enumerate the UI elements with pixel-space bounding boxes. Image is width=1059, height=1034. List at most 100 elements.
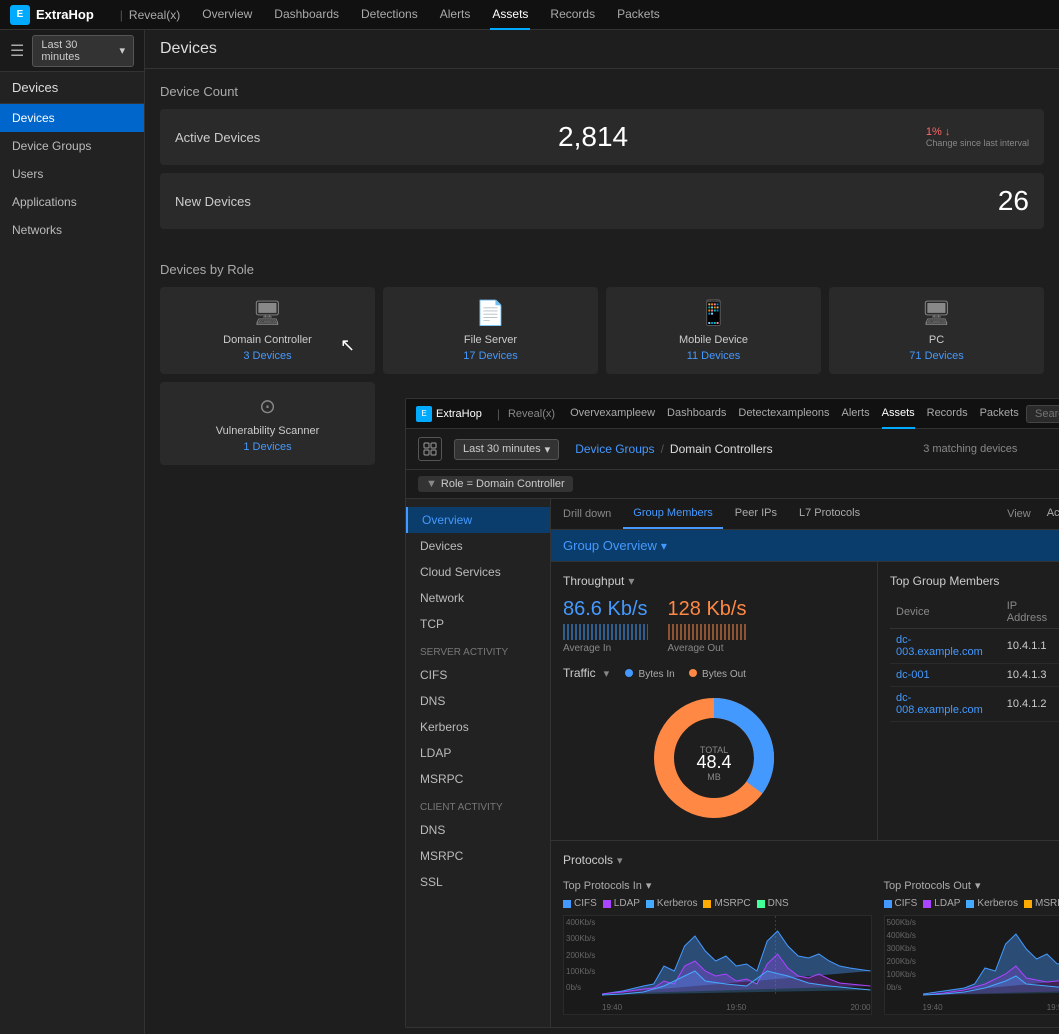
overlay-nav-alerts[interactable]: Alerts bbox=[841, 399, 869, 429]
overlay-time-dropdown: ▾ bbox=[545, 443, 551, 456]
time-selector[interactable]: Last 30 minutes ▾ bbox=[32, 35, 134, 67]
protocols-section: Protocols ▾ Top Protocols In ▾ bbox=[551, 840, 1059, 1027]
active-devices-card[interactable]: Active Devices 2,814 1% ↓ Change since l… bbox=[160, 109, 1044, 165]
nav-packets[interactable]: Packets bbox=[615, 0, 662, 30]
role-card-domain-controller[interactable]: 🖥 Domain Controller 3 Devices bbox=[160, 287, 375, 374]
y-label-100out: 100Kb/s bbox=[887, 970, 916, 979]
mobile-count: 11 Devices bbox=[618, 350, 809, 362]
overlay-nav-devices[interactable]: Devices bbox=[406, 533, 550, 559]
overlay-nav-msrpc[interactable]: MSRPC bbox=[406, 766, 550, 792]
new-devices-card[interactable]: New Devices 26 bbox=[160, 173, 1044, 229]
role-card-file-server[interactable]: 📄 File Server 17 Devices bbox=[383, 287, 598, 374]
overlay-time-selector[interactable]: Last 30 minutes ▾ bbox=[454, 439, 559, 460]
members-table-header-row: Device IP Address Bytes In ↓ Bytes Out bbox=[890, 596, 1059, 629]
overlay-nav-client-msrpc[interactable]: MSRPC bbox=[406, 843, 550, 869]
y-label-0out: 0b/s bbox=[887, 983, 916, 992]
table-row[interactable]: dc-008.example.com 10.4.1.2 4,997,508 5,… bbox=[890, 687, 1059, 722]
protocols-out-legend: CIFS LDAP Kerberos bbox=[884, 898, 1059, 909]
overlay-nav-tcp[interactable]: TCP bbox=[406, 611, 550, 637]
nav-dashboards[interactable]: Dashboards bbox=[272, 0, 341, 30]
overlay-nav-dashboards[interactable]: Dashboards bbox=[667, 399, 726, 429]
cell-device-0: dc-003.example.com bbox=[890, 629, 1001, 664]
sidebar-item-users[interactable]: Users bbox=[0, 160, 144, 188]
sidebar: ☰ Last 30 minutes ▾ Devices Devices Devi… bbox=[0, 30, 145, 1034]
sidebar-item-device-groups[interactable]: Device Groups bbox=[0, 132, 144, 160]
nav-records[interactable]: Records bbox=[548, 0, 597, 30]
matching-devices: 3 matching devices bbox=[923, 443, 1017, 455]
tab-activity-map[interactable]: Activity Map bbox=[1037, 499, 1059, 529]
overlay-nav-dns[interactable]: DNS bbox=[406, 688, 550, 714]
overlay-search-input[interactable] bbox=[1026, 405, 1059, 423]
time-dropdown-icon: ▾ bbox=[119, 44, 125, 57]
overlay-nav-kerberos[interactable]: Kerberos bbox=[406, 714, 550, 740]
menu-icon[interactable]: ☰ bbox=[10, 41, 24, 61]
tab-group-members[interactable]: Group Members bbox=[623, 499, 722, 529]
nav-alerts[interactable]: Alerts bbox=[438, 0, 473, 30]
x-label-out-1950: 19:50 bbox=[1047, 1003, 1059, 1012]
app-logo[interactable]: E ExtraHop bbox=[10, 5, 94, 25]
tab-l7-protocols[interactable]: L7 Protocols bbox=[789, 499, 870, 529]
kerberos-in-label: Kerberos bbox=[657, 898, 698, 909]
x-label-1950: 19:50 bbox=[726, 1003, 746, 1012]
traffic-dropdown: ▾ bbox=[604, 667, 610, 680]
overlay-nav-packets[interactable]: Packets bbox=[980, 399, 1019, 429]
time-selector-label: Last 30 minutes bbox=[41, 39, 115, 63]
overlay-nav-ssl[interactable]: SSL bbox=[406, 869, 550, 895]
role-card-mobile[interactable]: 📱 Mobile Device 11 Devices bbox=[606, 287, 821, 374]
group-overview-dropdown-icon: ▾ bbox=[661, 539, 667, 553]
legend-msrpc-in: MSRPC bbox=[703, 898, 750, 909]
overlay-nav-network[interactable]: Network bbox=[406, 585, 550, 611]
msrpc-in-color bbox=[703, 900, 711, 908]
tab-peer-ips[interactable]: Peer IPs bbox=[725, 499, 787, 529]
sidebar-item-devices[interactable]: Devices bbox=[0, 104, 144, 132]
legend-msrpc-out: MSRPC bbox=[1024, 898, 1059, 909]
overlay-nav-ldap[interactable]: LDAP bbox=[406, 740, 550, 766]
filter-tag[interactable]: ▼ Role = Domain Controller bbox=[418, 476, 573, 492]
y-label-500: 500Kb/s bbox=[887, 918, 916, 927]
overlay-nav-detections[interactable]: Detectexampleons bbox=[738, 399, 829, 429]
top-navigation: E ExtraHop | Reveal(x) Overview Dashboar… bbox=[0, 0, 1059, 30]
overlay-nav-overview[interactable]: Overvexampleew bbox=[570, 399, 655, 429]
nav-assets[interactable]: Assets bbox=[490, 0, 530, 30]
x-label-2000: 20:00 bbox=[850, 1003, 870, 1012]
group-overview-title: Group Overview bbox=[563, 538, 657, 553]
protocols-header: Protocols ▾ bbox=[563, 853, 1059, 867]
overlay-nav-client-dns[interactable]: DNS bbox=[406, 817, 550, 843]
role-card-vuln-scanner[interactable]: ⊙ Vulnerability Scanner 1 Devices bbox=[160, 382, 375, 465]
y-label-100: 100Kb/s bbox=[566, 967, 595, 976]
protocols-in-title: Top Protocols In ▾ bbox=[563, 879, 872, 892]
avg-in-stat: 86.6 Kb/s Average In bbox=[563, 598, 648, 654]
sidebar-item-networks[interactable]: Networks bbox=[0, 216, 144, 244]
breadcrumb-parent[interactable]: Device Groups bbox=[575, 442, 654, 456]
table-row[interactable]: dc-001 10.4.1.3 5,845,140 9,395,969 bbox=[890, 664, 1059, 687]
avg-out-stat: 128 Kb/s Average Out bbox=[668, 598, 747, 654]
cell-device-1: dc-001 bbox=[890, 664, 1001, 687]
col-device[interactable]: Device bbox=[890, 596, 1001, 629]
members-title: Top Group Members bbox=[890, 574, 999, 588]
donut-chart: TOTAL 48.4 MB bbox=[644, 688, 784, 828]
overlay-nav-overview[interactable]: Overview bbox=[406, 507, 550, 533]
sidebar-item-applications[interactable]: Applications bbox=[0, 188, 144, 216]
table-row[interactable]: dc-003.example.com 10.4.1.1 8,645,002 13… bbox=[890, 629, 1059, 664]
protocols-out-chart: Top Protocols Out ▾ CIFS bbox=[884, 879, 1059, 1015]
overlay-nav-records[interactable]: Records bbox=[927, 399, 968, 429]
overlay-nav-cloud-services[interactable]: Cloud Services bbox=[406, 559, 550, 585]
col-ip[interactable]: IP Address bbox=[1001, 596, 1059, 629]
cifs-in-color bbox=[563, 900, 571, 908]
drill-down-label: Drill down bbox=[563, 508, 611, 520]
mobile-icon: 📱 bbox=[618, 299, 809, 328]
device-count-section: Device Count Active Devices 2,814 1% ↓ C… bbox=[145, 69, 1059, 252]
cell-ip-2: 10.4.1.2 bbox=[1001, 687, 1059, 722]
active-devices-meta: 2,814 bbox=[558, 121, 628, 153]
nav-detections[interactable]: Detections bbox=[359, 0, 420, 30]
overlay-content: Overview Devices Cloud Services Network … bbox=[406, 499, 1059, 1027]
active-devices-change-block: 1% ↓ Change since last interval bbox=[926, 126, 1029, 148]
group-overview-header[interactable]: Group Overview ▾ bbox=[551, 530, 1059, 562]
bytes-out-legend: Bytes Out bbox=[689, 666, 746, 680]
nav-overview[interactable]: Overview bbox=[200, 0, 254, 30]
y-label-400out: 400Kb/s bbox=[887, 931, 916, 940]
overlay-nav-cifs[interactable]: CIFS bbox=[406, 662, 550, 688]
overlay-nav-assets[interactable]: Assets bbox=[882, 399, 915, 429]
protocols-in-legend: CIFS LDAP Kerberos bbox=[563, 898, 872, 909]
role-card-pc[interactable]: 🖥 PC 71 Devices bbox=[829, 287, 1044, 374]
